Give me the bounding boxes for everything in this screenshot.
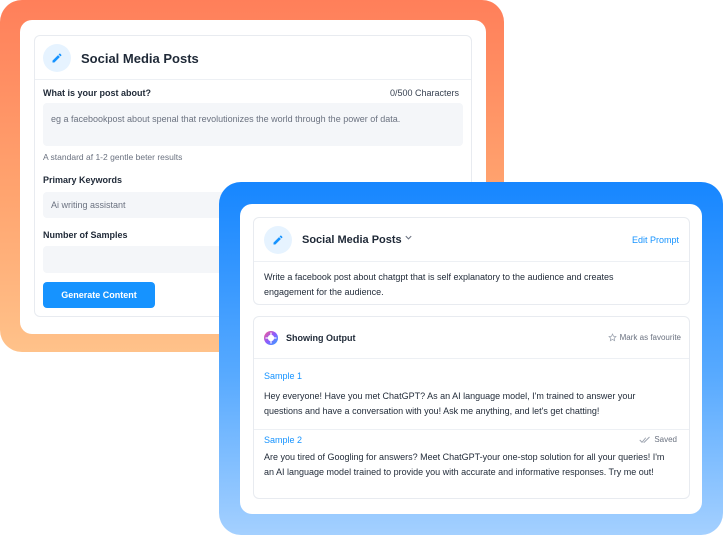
template-title-dropdown[interactable]: Social Media Posts xyxy=(302,234,402,246)
output-header: Showing Output Mark as favourite xyxy=(254,317,689,359)
output-card: Showing Output Mark as favourite Sample … xyxy=(253,316,690,499)
pencil-icon xyxy=(43,44,71,72)
pencil-icon xyxy=(264,226,292,254)
mark-favourite-label: Mark as favourite xyxy=(619,333,681,342)
form-header: Social Media Posts xyxy=(35,36,471,80)
chevron-down-icon[interactable] xyxy=(404,233,413,245)
prompt-card: Social Media Posts Edit Prompt Write a f… xyxy=(253,217,690,305)
mark-favourite-button[interactable]: Mark as favourite xyxy=(607,333,681,342)
sample-divider xyxy=(254,429,689,430)
samples-label: Number of Samples xyxy=(43,230,128,240)
sample-2-text: Are you tired of Googling for answers? M… xyxy=(264,452,665,477)
check-icon xyxy=(639,436,651,443)
post-topic-textarea[interactable]: eg a facebookpost about spenal that revo… xyxy=(43,103,463,146)
app-logo-icon xyxy=(264,331,278,345)
generate-content-button[interactable]: Generate Content xyxy=(43,282,155,308)
keywords-placeholder: Ai writing assistant xyxy=(51,200,126,210)
edit-prompt-link[interactable]: Edit Prompt xyxy=(632,235,679,245)
sample-2-label: Sample 2 xyxy=(264,435,303,445)
sample-1-label: Sample 1 xyxy=(264,371,303,381)
sample-1-text: Hey everyone! Have you met ChatGPT? As a… xyxy=(264,391,636,416)
post-topic-hint: A standard af 1-2 gentle beter results xyxy=(43,152,183,162)
character-counter: 0/500 Characters xyxy=(389,88,459,98)
output-title: Showing Output xyxy=(286,333,356,343)
keywords-label: Primary Keywords xyxy=(43,175,123,185)
saved-label: Saved xyxy=(654,435,677,444)
post-topic-placeholder: eg a facebookpost about spenal that revo… xyxy=(51,114,401,124)
form-title: Social Media Posts xyxy=(81,51,199,66)
saved-status: Saved xyxy=(639,435,677,444)
post-topic-label: What is your post about? xyxy=(43,88,151,98)
prompt-text: Write a facebook post about chatgpt that… xyxy=(264,272,614,297)
prompt-header: Social Media Posts Edit Prompt xyxy=(254,218,689,262)
star-icon xyxy=(607,333,617,342)
